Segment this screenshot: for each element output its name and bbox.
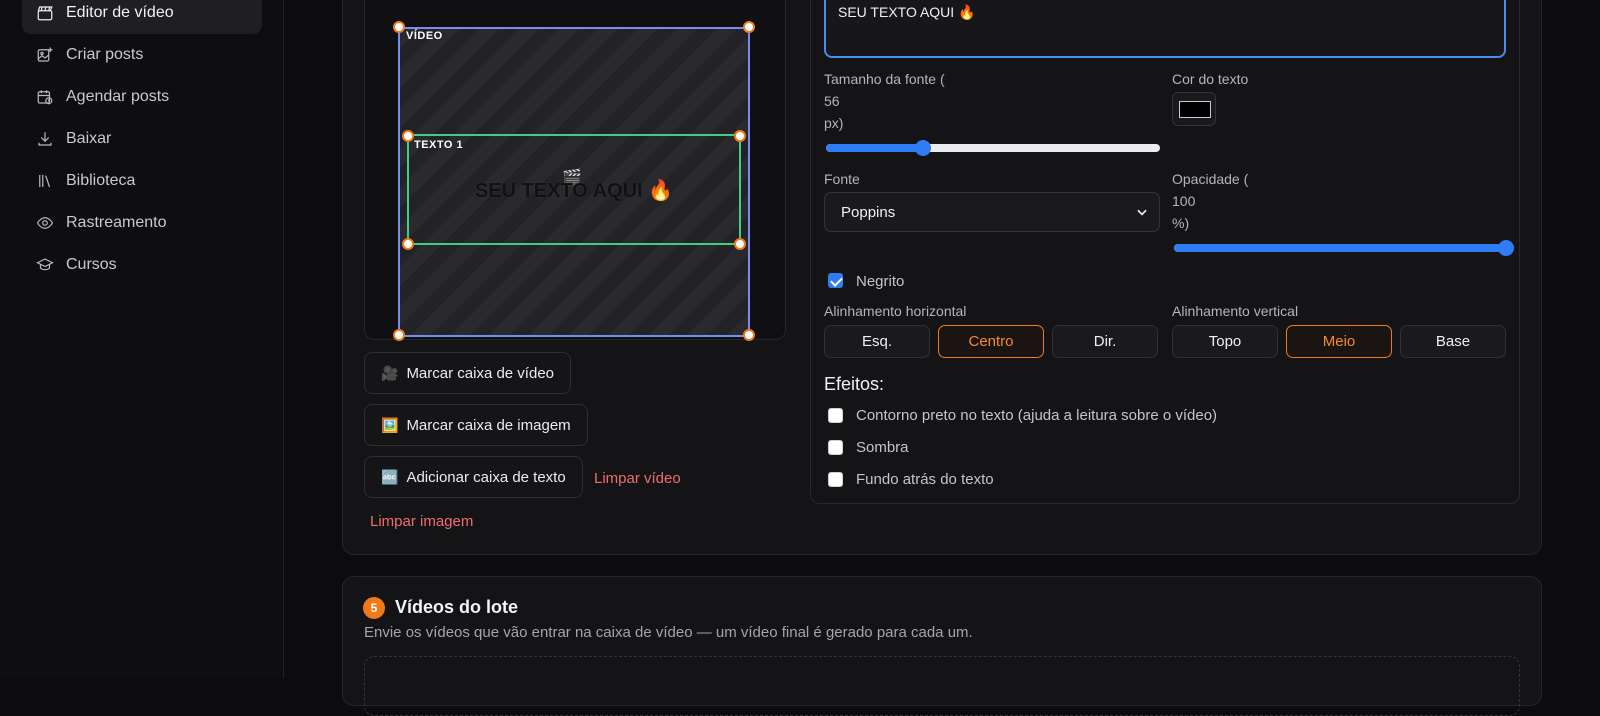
sidebar-item-label: Biblioteca: [66, 172, 136, 189]
opacity-slider-thumb[interactable]: [1498, 240, 1514, 256]
batch-videos-title: Vídeos do lote: [395, 597, 519, 617]
bold-checkbox[interactable]: [828, 273, 843, 288]
font-size-slider-fill: [826, 144, 923, 152]
step-badge: 5: [363, 597, 385, 619]
sidebar-item-biblioteca[interactable]: Biblioteca: [22, 160, 262, 202]
align-bottom-button[interactable]: Base: [1400, 325, 1506, 358]
video-box-tag: VÍDEO: [406, 30, 443, 42]
font-size-slider-thumb[interactable]: [914, 140, 931, 156]
font-size-slider[interactable]: [826, 140, 1160, 156]
text-resize-handle-top-right[interactable]: [734, 130, 746, 142]
text-resize-handle-bottom-right[interactable]: [734, 238, 746, 250]
text-resize-handle-top-left[interactable]: [402, 130, 414, 142]
align-center-button[interactable]: Centro: [938, 325, 1044, 358]
font-label: Fonte: [824, 171, 860, 187]
sidebar-item-cursos[interactable]: Cursos: [22, 244, 262, 286]
chevron-down-icon: [1137, 209, 1147, 216]
clapperboard-icon: [36, 4, 54, 22]
graduation-cap-icon: [36, 256, 54, 274]
video-camera-icon: 🎥: [381, 364, 399, 381]
image-plus-icon: [36, 46, 54, 64]
font-size-unit: px): [824, 115, 844, 131]
video-resize-handle-top-left[interactable]: [393, 21, 405, 33]
horizontal-align-label: Alinhamento horizontal: [824, 303, 967, 319]
text-content-value: SEU TEXTO AQUI 🔥: [838, 4, 976, 20]
abc-input-icon: 🔤: [381, 468, 399, 485]
effects-title: Efeitos:: [824, 374, 885, 394]
background-checkbox[interactable]: [828, 472, 843, 487]
video-resize-handle-bottom-left[interactable]: [393, 329, 405, 341]
video-resize-handle-top-right[interactable]: [743, 21, 755, 33]
sidebar-item-agendar-posts[interactable]: Agendar posts: [22, 76, 262, 118]
mark-image-box-label: Marcar caixa de imagem: [406, 416, 571, 434]
eye-icon: [36, 214, 54, 232]
framed-picture-icon: 🖼️: [381, 416, 399, 433]
sidebar-item-rastreamento[interactable]: Rastreamento: [22, 202, 262, 244]
video-resize-handle-bottom-right[interactable]: [743, 329, 755, 341]
align-top-button[interactable]: Topo: [1172, 325, 1278, 358]
opacity-unit: %): [1172, 215, 1190, 231]
vertical-align-label: Alinhamento vertical: [1172, 303, 1299, 319]
opacity-slider[interactable]: [1174, 240, 1514, 256]
shadow-checkbox[interactable]: [828, 440, 843, 455]
opacity-slider-fill: [1174, 244, 1506, 252]
batch-videos-description: Envie os vídeos que vão entrar na caixa …: [364, 624, 973, 641]
font-size-label: Tamanho da fonte (: [824, 71, 945, 87]
font-select[interactable]: Poppins: [824, 192, 1160, 232]
sidebar: Editor de vídeo Criar posts Agendar post…: [0, 0, 284, 678]
sidebar-item-label: Baixar: [66, 130, 112, 147]
mark-video-box-button[interactable]: 🎥 Marcar caixa de vídeo: [364, 352, 572, 394]
text-color-swatch: [1179, 101, 1211, 118]
bold-label: Negrito: [856, 273, 905, 290]
sidebar-item-label: Cursos: [66, 256, 117, 273]
overlay-text[interactable]: SEU TEXTO AQUI 🔥: [407, 178, 741, 203]
font-select-value: Poppins: [841, 203, 896, 221]
outline-checkbox[interactable]: [828, 408, 843, 423]
shadow-label: Sombra: [856, 439, 909, 456]
mark-image-box-button[interactable]: 🖼️ Marcar caixa de imagem: [364, 404, 588, 446]
calendar-clock-icon: [36, 88, 54, 106]
text-content-textarea[interactable]: SEU TEXTO AQUI 🔥: [824, 0, 1506, 58]
opacity-value: 100: [1172, 193, 1196, 209]
align-right-button[interactable]: Dir.: [1052, 325, 1158, 358]
clear-image-link[interactable]: Limpar imagem: [370, 513, 473, 530]
add-text-box-button[interactable]: 🔤 Adicionar caixa de texto: [364, 456, 583, 498]
opacity-label: Opacidade (: [1172, 171, 1249, 187]
align-middle-button[interactable]: Meio: [1286, 325, 1392, 358]
library-icon: [36, 172, 54, 190]
sidebar-item-editor-de-video[interactable]: Editor de vídeo: [22, 0, 262, 34]
outline-label: Contorno preto no texto (ajuda a leitura…: [856, 407, 1218, 424]
sidebar-item-label: Agendar posts: [66, 88, 170, 105]
text-color-picker[interactable]: [1172, 92, 1216, 126]
align-left-button[interactable]: Esq.: [824, 325, 930, 358]
text-resize-handle-bottom-left[interactable]: [402, 238, 414, 250]
video-dropzone[interactable]: [364, 656, 1520, 716]
sidebar-item-criar-posts[interactable]: Criar posts: [22, 34, 262, 76]
download-icon: [36, 130, 54, 148]
font-size-value: 56: [824, 93, 840, 109]
sidebar-item-label: Criar posts: [66, 46, 144, 63]
clear-video-link[interactable]: Limpar vídeo: [594, 470, 681, 487]
text-color-label: Cor do texto: [1172, 71, 1249, 87]
add-text-box-label: Adicionar caixa de texto: [406, 468, 566, 486]
background-label: Fundo atrás do texto: [856, 471, 994, 488]
sidebar-item-label: Editor de vídeo: [66, 4, 174, 21]
sidebar-item-baixar[interactable]: Baixar: [22, 118, 262, 160]
sidebar-item-label: Rastreamento: [66, 214, 167, 231]
text-box-tag: TEXTO 1: [414, 139, 464, 151]
mark-video-box-label: Marcar caixa de vídeo: [406, 364, 555, 382]
